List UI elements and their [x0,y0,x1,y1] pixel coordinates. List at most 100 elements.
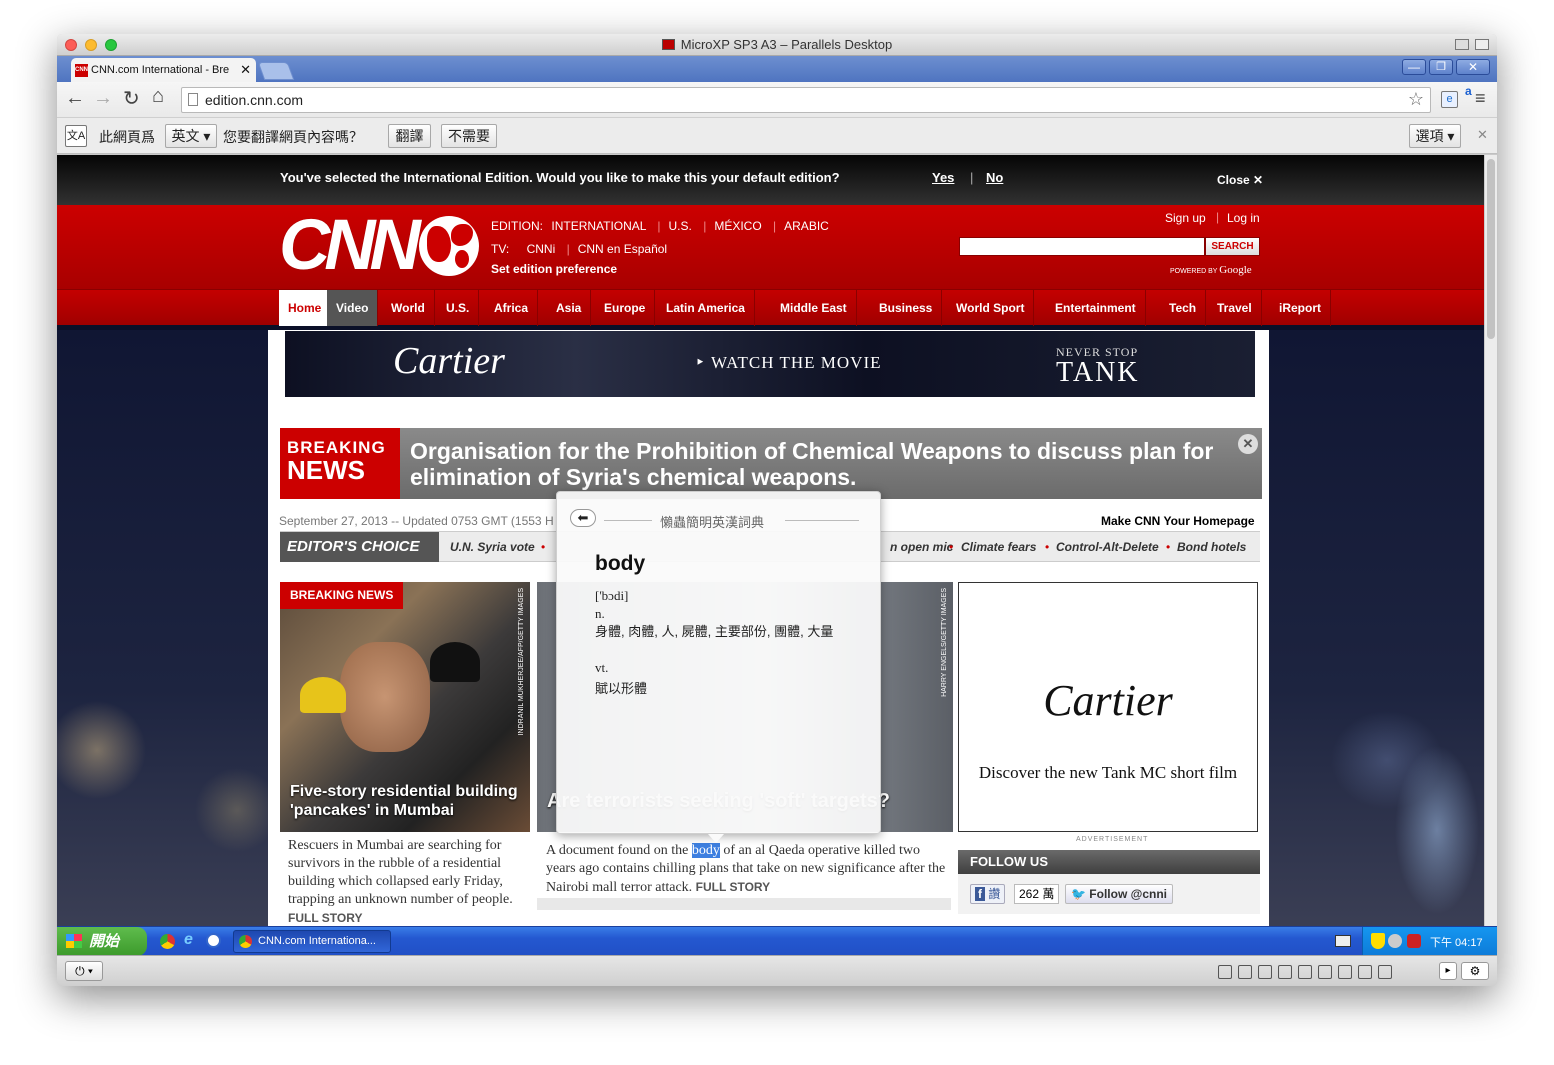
breaking-news-bar[interactable]: BREAKING NEWS Organisation for the Prohi… [280,428,1262,499]
edition-no-link[interactable]: No [986,155,1003,201]
floppy-icon[interactable] [1298,964,1312,979]
refresh-quicklaunch-icon[interactable] [206,933,221,948]
language-select[interactable]: 英文 ▾ [165,124,217,148]
new-tab-button[interactable] [257,62,295,80]
nav-item-middle-east[interactable]: Middle East [771,290,857,326]
scrollbar-thumb[interactable] [1487,159,1495,339]
tv-cnni[interactable]: CNNi [527,242,556,256]
no-translate-button[interactable]: 不需要 [441,124,497,148]
nav-item-business[interactable]: Business [870,290,943,326]
chrome-quicklaunch-icon[interactable] [160,934,175,949]
network-tray-icon[interactable] [1388,934,1402,948]
network-icon[interactable] [1278,964,1292,979]
watch-movie-link[interactable]: ‣ WATCH THE MOVIE [695,353,882,373]
edition-arabic[interactable]: ARABIC [784,219,829,233]
nav-item-world-sport[interactable]: World Sport [947,290,1035,326]
log-in-link[interactable]: Log in [1227,211,1260,225]
edition-mexico[interactable]: MÉXICO [714,219,761,233]
nav-item-u-s-[interactable]: U.S. [437,290,480,326]
chrome-menu-icon[interactable]: ≡ [1475,88,1486,109]
nav-item-video[interactable]: Video [327,290,379,326]
fullscreen-icon[interactable] [1475,39,1489,50]
nav-item-latin-america[interactable]: Latin America [657,290,755,326]
ie-quicklaunch-icon[interactable]: e [184,931,193,949]
hdd-icon[interactable] [1338,964,1352,979]
breaking-headline[interactable]: Organisation for the Prohibition of Chem… [410,438,1240,490]
translate-button[interactable]: 翻譯 [388,124,431,148]
browser-tab-cnn[interactable]: CNN CNN.com International - Bre ✕ [71,58,256,82]
antivirus-tray-icon[interactable] [1407,934,1421,948]
minimize-window-button[interactable] [85,39,97,51]
edition-yes-link[interactable]: Yes [932,155,954,201]
ie-tab-extension-icon[interactable]: e [1441,91,1458,108]
set-edition-preference-link[interactable]: Set edition preference [491,262,617,276]
nav-item-ireport[interactable]: iReport [1270,290,1331,326]
story2-full-story-link[interactable]: FULL STORY [696,880,770,894]
selected-word[interactable]: body [691,843,720,858]
ec-item-control-alt-delete[interactable]: Control-Alt-Delete [1056,540,1159,554]
story1-headline[interactable]: Five-story residential building 'pancake… [290,782,525,820]
cd-icon[interactable] [1258,964,1272,979]
zoom-window-button[interactable] [105,39,117,51]
keyboard-icon[interactable] [1218,964,1232,979]
close-translate-bar-icon[interactable]: ✕ [1477,127,1488,143]
start-button[interactable]: 開始 [57,927,147,956]
tv-cnn-espanol[interactable]: CNN en Español [578,242,667,256]
power-menu-button[interactable]: ⏻ ▾ [65,961,103,981]
forward-arrow-icon[interactable]: → [93,87,113,110]
nav-item-travel[interactable]: Travel [1208,290,1262,326]
story1-full-story-link[interactable]: FULL STORY [288,911,362,925]
close-breaking-icon[interactable]: ✕ [1238,434,1258,454]
close-browser-button[interactable]: ✕ [1456,59,1490,75]
cartier-side-ad[interactable]: Cartier Discover the new Tank MC short f… [958,582,1258,832]
ec-item-un-syria[interactable]: U.N. Syria vote [450,540,535,554]
ec-item-open-mic[interactable]: n open mic [890,540,953,554]
dictionary-back-arrow-icon[interactable]: ⬅ [570,509,596,527]
banner-close-button[interactable]: Close ✕ [1217,157,1263,203]
clock[interactable]: 下午 04:17 [1430,934,1483,950]
cartier-top-ad[interactable]: Cartier ‣ WATCH THE MOVIE NEVER STOP TAN… [285,331,1255,397]
translate-options-button[interactable]: 選項 ▾ [1409,124,1461,148]
printer-icon[interactable] [1358,964,1372,979]
search-input[interactable] [959,237,1205,256]
nav-item-world[interactable]: World [382,290,435,326]
make-homepage-link[interactable]: Make CNN Your Homepage [1101,514,1255,528]
nav-item-asia[interactable]: Asia [547,290,592,326]
edition-international[interactable]: INTERNATIONAL [551,219,646,233]
sign-up-link[interactable]: Sign up [1165,211,1206,225]
taskbar-window-cnn[interactable]: CNN.com Internationa... [233,930,391,953]
close-tab-icon[interactable]: ✕ [240,58,251,82]
security-shield-icon[interactable] [1371,933,1385,949]
keyboard-tray-icon[interactable] [1335,935,1351,947]
translate-extension-icon[interactable]: a [1465,84,1472,98]
story1-image[interactable]: BREAKING NEWS INDRANIL MUKHERJEE/AFP/GET… [280,582,530,832]
nav-item-tech[interactable]: Tech [1160,290,1207,326]
dictionary-popup[interactable]: ⬅ 懶蟲簡明英漢詞典 body ['bɔdi] n. 身體, 肉體, 人, 屍體… [556,491,881,843]
usb-icon[interactable] [1238,964,1252,979]
coherence-icon[interactable] [1455,39,1469,50]
ec-item-bond-hotels[interactable]: Bond hotels [1177,540,1246,554]
restore-browser-button[interactable]: ❐ [1429,59,1453,75]
home-icon[interactable]: ⌂ [152,85,164,108]
shared-folder-icon[interactable] [1378,964,1392,979]
facebook-like-button[interactable]: f 讚 [970,884,1006,904]
close-window-button[interactable] [65,39,77,51]
back-arrow-icon[interactable]: ← [65,87,85,110]
bookmark-star-icon[interactable]: ☆ [1408,87,1424,111]
nav-item-entertainment[interactable]: Entertainment [1046,290,1146,326]
minimize-browser-button[interactable]: — [1402,59,1426,75]
address-bar[interactable]: edition.cnn.com ☆ [181,87,1431,113]
search-button[interactable]: SEARCH [1205,237,1260,256]
sound-icon[interactable] [1318,964,1332,979]
nav-item-africa[interactable]: Africa [485,290,539,326]
cnn-logo[interactable]: CNN [279,205,421,286]
nav-item-home[interactable]: Home [279,290,332,326]
edition-us[interactable]: U.S. [669,219,692,233]
expand-arrow-icon[interactable]: ▸ [1439,962,1457,980]
settings-gear-icon[interactable]: ⚙ [1461,962,1489,980]
ec-item-climate-fears[interactable]: Climate fears [961,540,1036,554]
nav-item-europe[interactable]: Europe [595,290,656,326]
twitter-follow-button[interactable]: 🐦 Follow @cnni [1065,884,1173,904]
page-scrollbar[interactable] [1484,155,1497,926]
reload-icon[interactable]: ↻ [123,86,140,111]
